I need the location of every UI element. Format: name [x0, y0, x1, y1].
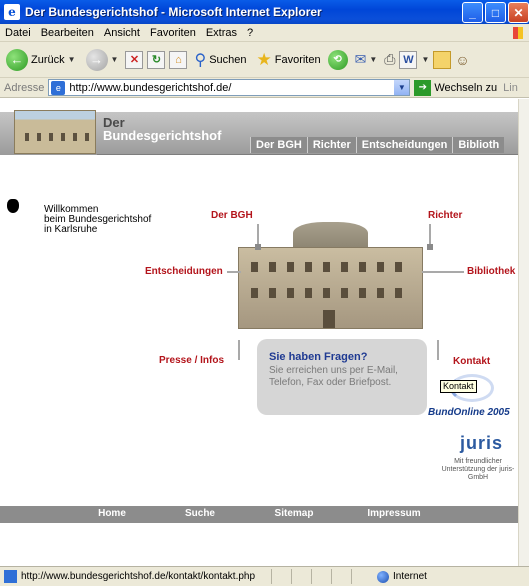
search-label: Suchen	[209, 53, 247, 66]
menu-ansicht[interactable]: Ansicht	[99, 27, 145, 39]
connector-der-bgh	[257, 224, 259, 246]
kontakt-tooltip: Kontakt	[440, 380, 477, 393]
footer-sitemap[interactable]: Sitemap	[244, 506, 344, 523]
connector-richter	[429, 224, 431, 246]
forward-button[interactable]: → ▼	[83, 46, 122, 74]
footer-home[interactable]: Home	[68, 506, 156, 523]
connector-bibliothek	[422, 271, 464, 273]
back-label: Zurück	[31, 53, 65, 66]
connector-kontakt	[437, 340, 439, 360]
link-richter[interactable]: Richter	[428, 210, 462, 221]
links-button[interactable]: Lin	[503, 82, 518, 94]
contact-info-box: Sie haben Fragen? Sie erreichen uns per …	[257, 339, 427, 415]
bgh-building-photo	[14, 110, 96, 154]
maximize-button[interactable]: □	[485, 2, 506, 23]
link-der-bgh[interactable]: Der BGH	[211, 210, 253, 221]
address-dropdown-icon[interactable]: ▼	[394, 80, 410, 95]
tab-der-bgh[interactable]: Der BGH	[250, 137, 307, 153]
search-button[interactable]: ⚲ Suchen	[191, 46, 249, 74]
footer-suche[interactable]: Suche	[156, 506, 244, 523]
welcome-line-3: in Karlsruhe	[44, 224, 98, 235]
juris-logo[interactable]: juris	[460, 433, 503, 454]
site-banner: Der Bundesgerichtshof Der BGH Richter En…	[0, 110, 518, 155]
menu-bar: Datei Bearbeiten Ansicht Favoriten Extra…	[0, 24, 529, 42]
mail-button[interactable]: ✉ ▼	[352, 46, 381, 74]
page-content: Der Bundesgerichtshof Der BGH Richter En…	[0, 99, 518, 566]
vertical-scrollbar[interactable]	[518, 99, 529, 566]
home-icon[interactable]: ⌂	[169, 50, 188, 69]
title-bar: e Der Bundesgerichtshof - Microsoft Inte…	[0, 0, 529, 24]
go-button[interactable]: Wechseln zu	[434, 82, 497, 94]
link-bibliothek[interactable]: Bibliothek	[467, 266, 515, 277]
tab-richter[interactable]: Richter	[306, 137, 356, 153]
menu-favoriten[interactable]: Favoriten	[145, 27, 201, 39]
minimize-button[interactable]: _	[462, 2, 483, 23]
site-title-line2: Bundesgerichtshof	[103, 128, 222, 143]
folder-icon[interactable]	[433, 50, 452, 69]
status-page-icon	[4, 570, 17, 583]
address-url: http://www.bundesgerichtshof.de/	[69, 81, 232, 94]
mail-dropdown-icon[interactable]: ▼	[369, 55, 377, 64]
stop-icon[interactable]: ✕	[125, 50, 144, 69]
link-entscheidungen[interactable]: Entscheidungen	[145, 266, 223, 277]
welcome-text: Willkommen beim Bundesgerichtshof in Kar…	[44, 205, 151, 235]
favorites-label: Favoriten	[274, 53, 321, 66]
menu-datei[interactable]: Datei	[0, 27, 36, 39]
search-icon: ⚲	[194, 51, 207, 69]
window-controls: _ □ ✕	[462, 2, 529, 23]
page-icon: e	[51, 80, 66, 95]
status-url: http://www.bundesgerichtshof.de/kontakt/…	[21, 571, 256, 582]
connector-entscheidungen	[227, 271, 241, 273]
back-button[interactable]: ← Zurück ▼	[3, 46, 79, 74]
window-title: Der Bundesgerichtshof - Microsoft Intern…	[25, 5, 322, 19]
status-zone: Internet	[393, 571, 427, 582]
edit-icon[interactable]: W	[399, 50, 418, 69]
history-icon[interactable]: ⟲	[327, 49, 348, 70]
refresh-icon[interactable]: ↻	[147, 50, 166, 69]
tab-entscheidungen[interactable]: Entscheidungen	[355, 137, 453, 153]
bgh-building-image	[238, 217, 423, 337]
eagle-icon	[7, 199, 19, 213]
status-bar: http://www.bundesgerichtshof.de/kontakt/…	[0, 566, 529, 586]
address-input[interactable]: e http://www.bundesgerichtshof.de/ ▼	[48, 79, 411, 96]
favorites-button[interactable]: ★ Favoriten	[254, 46, 324, 74]
edit-dropdown-icon[interactable]: ▼	[421, 55, 429, 64]
go-arrow-icon[interactable]: ➔	[414, 79, 432, 96]
top-nav: Der BGH Richter Entscheidungen Biblioth	[250, 137, 505, 153]
internet-zone-icon	[377, 570, 389, 583]
footer-nav: Home Suche Sitemap Impressum	[0, 506, 518, 523]
footer-impressum[interactable]: Impressum	[344, 506, 444, 523]
link-kontakt[interactable]: Kontakt	[453, 356, 490, 367]
address-bar: Adresse e http://www.bundesgerichtshof.d…	[0, 78, 529, 98]
question-title: Sie haben Fragen?	[269, 351, 368, 363]
site-title: Der Bundesgerichtshof	[103, 116, 221, 142]
menu-extras[interactable]: Extras	[201, 27, 242, 39]
back-dropdown-icon[interactable]: ▼	[68, 55, 76, 64]
star-icon: ★	[256, 49, 272, 69]
mail-icon: ✉	[354, 51, 367, 67]
print-icon[interactable]: ⎙	[384, 51, 395, 68]
messenger-icon[interactable]: ☺	[455, 52, 469, 68]
connector-dot-richter	[427, 244, 433, 250]
windows-flag-icon	[513, 26, 523, 39]
juris-support-text: Mit freundlicher Unterstützung der juris…	[441, 458, 515, 481]
forward-arrow-icon: →	[85, 48, 108, 71]
connector-presse	[238, 340, 240, 360]
ie-icon: e	[4, 4, 20, 20]
menu-bearbeiten[interactable]: Bearbeiten	[36, 27, 99, 39]
menu-help[interactable]: ?	[242, 27, 258, 39]
bundonline-text: BundOnline 2005	[428, 407, 510, 418]
toolbar: ← Zurück ▼ → ▼ ✕ ↻ ⌂ ⚲ Suchen ★ Favorite…	[0, 42, 529, 78]
close-button[interactable]: ✕	[508, 2, 529, 23]
forward-dropdown-icon[interactable]: ▼	[111, 55, 119, 64]
address-label: Adresse	[4, 81, 45, 94]
question-text: Sie erreichen uns per E-Mail, Telefon, F…	[269, 365, 398, 388]
banner-divider	[97, 154, 518, 155]
back-arrow-icon: ←	[6, 48, 28, 71]
link-presse-infos[interactable]: Presse / Infos	[159, 355, 224, 366]
tab-bibliothek[interactable]: Biblioth	[452, 137, 505, 153]
connector-dot-der-bgh	[255, 244, 261, 250]
